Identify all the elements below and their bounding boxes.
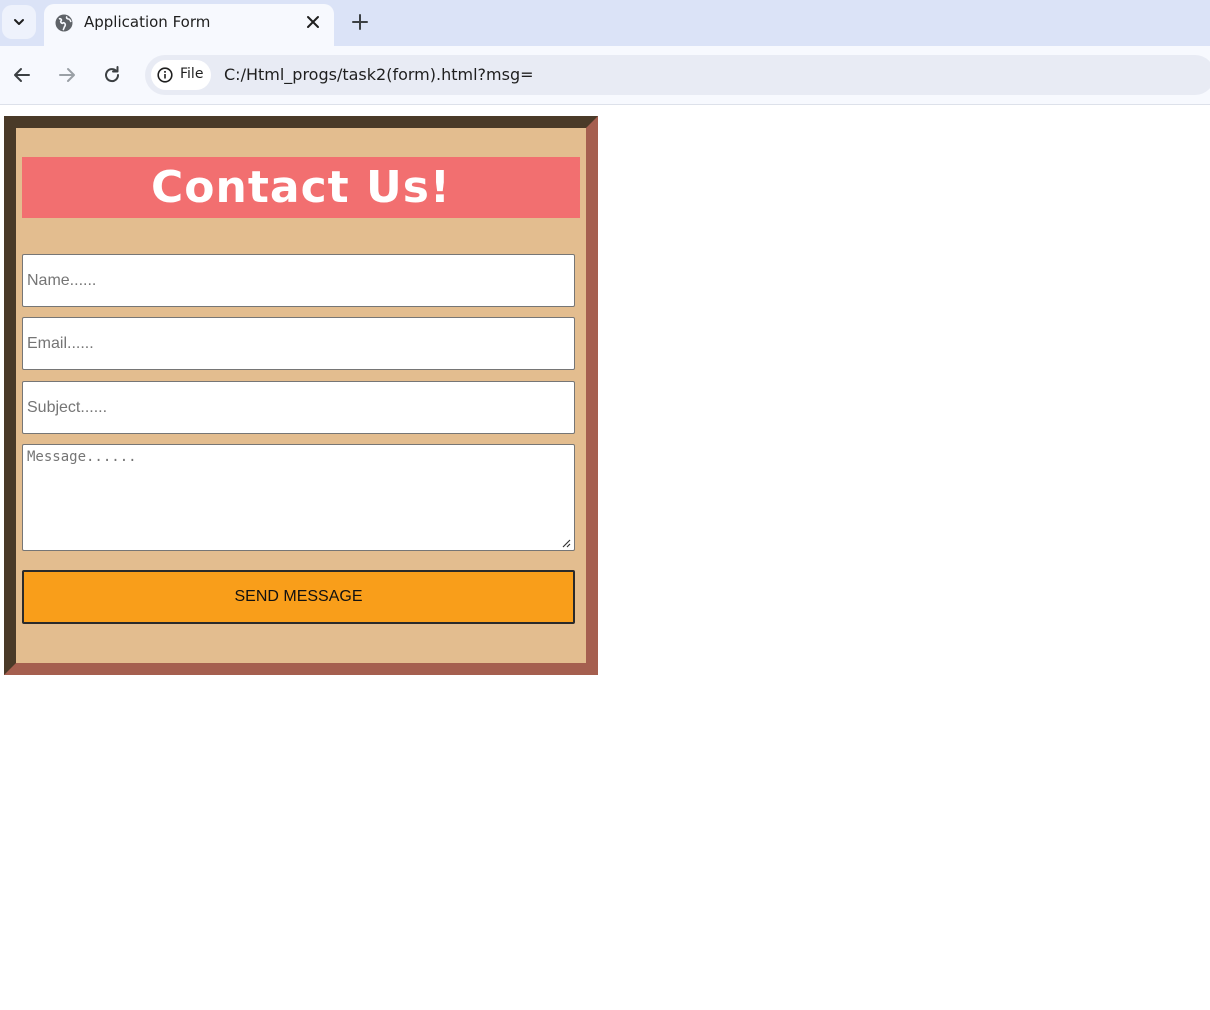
site-chip-label: File bbox=[180, 66, 204, 82]
info-icon bbox=[157, 67, 173, 83]
contact-form: Contact Us! SEND MESSAGE bbox=[4, 116, 598, 675]
browser-toolbar: File C:/Html_progs/task2(form).html?msg= bbox=[0, 46, 1210, 105]
globe-icon bbox=[55, 14, 73, 32]
chevron-down-icon bbox=[14, 19, 24, 25]
subject-input[interactable] bbox=[22, 381, 575, 434]
form-heading: Contact Us! bbox=[22, 157, 580, 218]
message-textarea[interactable] bbox=[22, 444, 575, 551]
site-info-chip[interactable]: File bbox=[151, 60, 211, 90]
address-bar[interactable]: File C:/Html_progs/task2(form).html?msg= bbox=[145, 55, 1210, 95]
resize-grip-icon[interactable] bbox=[561, 538, 571, 548]
arrow-left-icon[interactable] bbox=[11, 64, 33, 86]
tab-application-form[interactable]: Application Form bbox=[44, 4, 334, 46]
name-input[interactable] bbox=[22, 254, 575, 307]
tab-strip: Application Form bbox=[0, 0, 1210, 46]
arrow-right-icon[interactable] bbox=[56, 64, 78, 86]
tab-title: Application Form bbox=[84, 13, 211, 31]
reload-icon[interactable] bbox=[101, 64, 123, 86]
url-text[interactable]: C:/Html_progs/task2(form).html?msg= bbox=[224, 65, 534, 84]
close-icon[interactable] bbox=[306, 15, 320, 29]
plus-icon[interactable] bbox=[350, 12, 370, 32]
send-message-button[interactable]: SEND MESSAGE bbox=[22, 570, 575, 624]
email-input[interactable] bbox=[22, 317, 575, 370]
tab-list-button[interactable] bbox=[2, 5, 36, 39]
